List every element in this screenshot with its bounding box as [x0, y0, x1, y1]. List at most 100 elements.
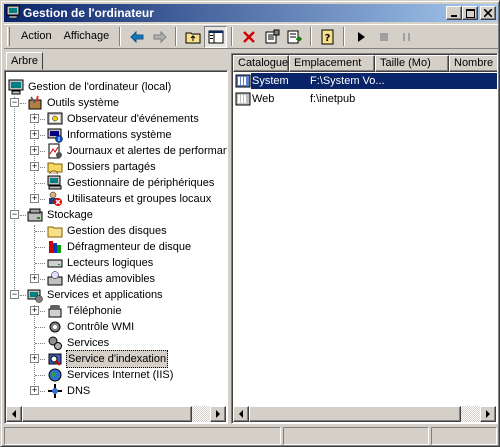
column-header-catalog[interactable]: Catalogue	[233, 55, 289, 72]
maximize-button[interactable]	[462, 6, 478, 20]
scroll-right-arrow-icon	[486, 410, 490, 418]
delete-button[interactable]	[237, 26, 260, 48]
list-row[interactable]: System F:\System Vo...	[233, 73, 497, 89]
start-service-button[interactable]	[349, 26, 372, 48]
tree-node-storage[interactable]: Stockage	[27, 207, 94, 223]
tree-node-perf-logs[interactable]: Journaux et alertes de performance	[47, 143, 227, 159]
forward-button[interactable]	[148, 26, 171, 48]
title-bar[interactable]: Gestion de l'ordinateur	[4, 4, 498, 22]
tree-node-system-info[interactable]: Informations système	[47, 127, 173, 143]
status-panel-secondary	[283, 427, 429, 445]
menu-action[interactable]: Action	[15, 27, 58, 46]
column-header-size[interactable]: Taille (Mo)	[375, 55, 449, 72]
users-groups-icon	[47, 191, 63, 207]
expander-services-apps[interactable]: −	[10, 290, 19, 299]
stop-service-icon	[379, 32, 388, 41]
services-gear-icon	[47, 335, 63, 351]
minimize-icon	[451, 15, 457, 17]
tree-node-wmi[interactable]: Contrôle WMI	[47, 319, 135, 335]
stop-service-button[interactable]	[372, 26, 395, 48]
scroll-right-button[interactable]	[480, 406, 496, 422]
storage-icon	[27, 207, 43, 223]
selected-tree-label: Service d'indexation	[66, 350, 169, 368]
services-applications-icon	[27, 287, 43, 303]
computer-management-icon	[6, 5, 20, 22]
export-list-button[interactable]	[283, 26, 306, 48]
tree-node-root[interactable]: Gestion de l'ordinateur (local)	[8, 79, 172, 95]
expander-dns[interactable]: +	[30, 386, 39, 395]
tree-node-event-viewer[interactable]: Observateur d'événements	[47, 111, 200, 127]
window-title: Gestion de l'ordinateur	[23, 6, 154, 20]
column-header-count[interactable]: Nombre	[449, 55, 497, 72]
tree-node-removable-media[interactable]: Médias amovibles	[47, 271, 156, 287]
tree-node-indexing[interactable]: Service d'indexation	[47, 350, 169, 368]
tree-node-logical-drives[interactable]: Lecteurs logiques	[47, 255, 154, 271]
expander-event-viewer[interactable]: +	[30, 114, 39, 123]
up-level-button[interactable]	[181, 26, 204, 48]
cell-location: F:\System Vo...	[310, 73, 497, 89]
cell-catalog: System	[251, 73, 310, 89]
cell-location: f:\inetpub	[310, 93, 356, 105]
computer-management-window: Gestion de l'ordinateur Action Affichage	[0, 0, 500, 447]
computer-icon	[8, 79, 24, 95]
expander-storage[interactable]: −	[10, 210, 19, 219]
expander-system-info[interactable]: +	[30, 130, 39, 139]
tree-node-device-manager[interactable]: Gestionnaire de périphériques	[47, 175, 215, 191]
minimize-button[interactable]	[446, 6, 462, 20]
tree-node-local-users[interactable]: Utilisateurs et groupes locaux	[47, 191, 212, 207]
scroll-left-button[interactable]	[233, 406, 249, 422]
show-hide-tree-button[interactable]	[204, 25, 228, 48]
tab-tree[interactable]: Arbre	[6, 52, 43, 70]
expander-indexing[interactable]: +	[30, 354, 39, 363]
tree-horizontal-scrollbar[interactable]	[6, 406, 226, 422]
status-panel-tertiary	[431, 427, 497, 445]
dns-icon	[47, 383, 63, 399]
scroll-thumb[interactable]	[249, 406, 461, 422]
expander-removable-media[interactable]: +	[30, 274, 39, 283]
scroll-thumb[interactable]	[22, 406, 192, 422]
scroll-left-button[interactable]	[6, 406, 22, 422]
cell-catalog: Web	[252, 93, 275, 105]
list-horizontal-scrollbar[interactable]	[233, 406, 496, 422]
tree-node-services-apps[interactable]: Services et applications	[27, 287, 164, 303]
expander-telephony[interactable]: +	[30, 306, 39, 315]
up-folder-icon	[185, 32, 201, 43]
catalog-icon	[235, 73, 251, 89]
close-icon	[484, 9, 492, 17]
expander-shared-folders[interactable]: +	[30, 162, 39, 171]
back-button[interactable]	[125, 26, 148, 48]
tree-label-root: Gestion de l'ordinateur (local)	[28, 81, 172, 93]
tree-node-system-tools[interactable]: Outils système	[27, 95, 120, 111]
expander-local-users[interactable]: +	[30, 194, 39, 203]
catalog-list-view[interactable]: Catalogue Emplacement Taille (Mo) Nombre…	[231, 53, 498, 424]
disk-management-icon	[47, 223, 63, 239]
toolbar-grip[interactable]	[7, 27, 10, 46]
toolbar-separator	[119, 27, 122, 46]
tree-node-iis[interactable]: Services Internet (IIS)	[47, 367, 174, 383]
expander-perf-logs[interactable]: +	[30, 146, 39, 155]
column-header-location[interactable]: Emplacement	[289, 55, 375, 72]
tree-node-dns[interactable]: DNS	[47, 383, 91, 399]
tree-node-shared-folders[interactable]: Dossiers partagés	[47, 159, 157, 175]
menu-view[interactable]: Affichage	[58, 27, 116, 46]
tree-node-defrag[interactable]: Défragmenteur de disque	[47, 239, 192, 255]
scroll-left-arrow-icon	[12, 410, 16, 418]
pause-service-button[interactable]	[395, 26, 418, 48]
scroll-right-button[interactable]	[210, 406, 226, 422]
list-row[interactable]: Web f:\inetpub	[233, 91, 497, 107]
close-button[interactable]	[480, 6, 496, 20]
tree-node-telephony[interactable]: Téléphonie	[47, 303, 122, 319]
expander-system-tools[interactable]: −	[10, 98, 19, 107]
tree-node-disk-management[interactable]: Gestion des disques	[47, 223, 168, 239]
logical-drive-icon	[47, 255, 63, 271]
tree-tabs: Arbre	[4, 50, 228, 70]
system-info-icon	[47, 127, 63, 143]
maximize-icon	[465, 8, 475, 18]
tree-pane[interactable]: Gestion de l'ordinateur (local) − Outils…	[4, 70, 228, 424]
tree-node-services[interactable]: Services	[47, 335, 110, 351]
svg-text:?: ?	[324, 33, 330, 44]
properties-button[interactable]	[260, 26, 283, 48]
help-button[interactable]: ?	[316, 26, 339, 48]
telephony-icon	[47, 303, 63, 319]
list-header: Catalogue Emplacement Taille (Mo) Nombre	[233, 55, 497, 72]
